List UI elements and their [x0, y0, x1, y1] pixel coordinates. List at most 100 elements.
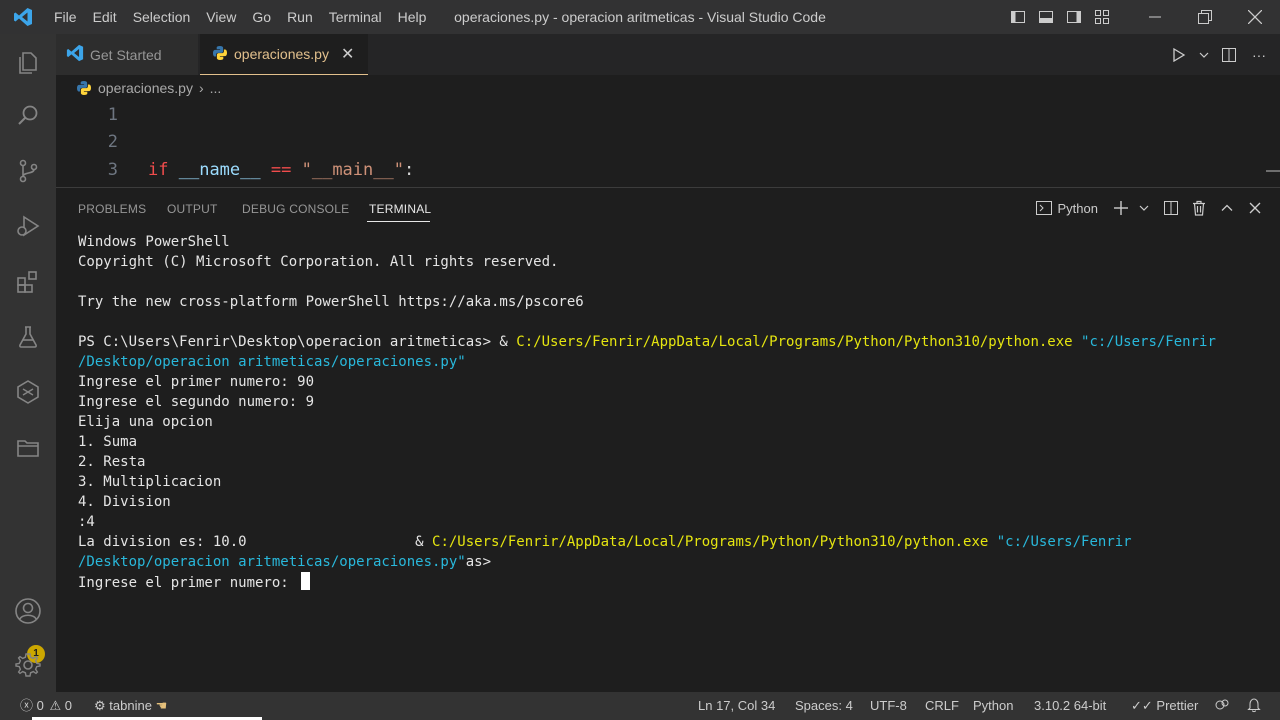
menu-run[interactable]: Run	[279, 0, 321, 34]
chevron-right-icon: ›	[198, 80, 204, 96]
vscode-icon	[66, 44, 84, 65]
code-line: 3 if __name__ == "__main__":	[56, 156, 1256, 184]
notifications-bell-icon[interactable]	[1247, 692, 1261, 720]
toggle-secondary-sidebar-icon[interactable]	[1060, 0, 1088, 34]
folder-icon[interactable]	[0, 424, 56, 472]
terminal-line: PS C:\Users\Fenrir\Desktop\operacion ari…	[78, 332, 1258, 352]
split-terminal-icon[interactable]	[1160, 196, 1182, 220]
terminal-text: Try the new cross-platform PowerShell ht…	[78, 294, 584, 310]
close-window-icon[interactable]	[1230, 0, 1280, 34]
python-interpreter[interactable]: 3.10.2 64-bit	[1034, 692, 1106, 720]
code-editor[interactable]: 1 2 3 if __name__ == "__main__":	[56, 101, 1280, 187]
terminal-icon	[1035, 201, 1052, 215]
indentation[interactable]: Spaces: 4	[795, 692, 853, 720]
title-bar: File Edit Selection View Go Run Terminal Help o…	[0, 0, 1280, 34]
trash-icon[interactable]	[1188, 196, 1210, 220]
bottom-panel: PROBLEMS OUTPUT DEBUG CONSOLE TERMINAL P…	[56, 187, 1280, 692]
search-icon[interactable]	[0, 92, 56, 140]
minimize-icon[interactable]	[1130, 0, 1180, 34]
breadcrumb-file[interactable]: operaciones.py	[98, 80, 193, 96]
terminal-dropdown-chevron-icon[interactable]	[1138, 196, 1150, 220]
encoding[interactable]: UTF-8	[870, 692, 907, 720]
menu-bar: File Edit Selection View Go Run Terminal Help	[46, 0, 434, 34]
customize-layout-icon[interactable]	[1088, 0, 1116, 34]
new-terminal-icon[interactable]	[1110, 196, 1132, 220]
menu-help[interactable]: Help	[390, 0, 435, 34]
terminal-text: 4. Division	[78, 494, 171, 510]
split-editor-icon[interactable]	[1218, 44, 1240, 66]
minimap-indicator	[1266, 170, 1280, 172]
tabnine-icon: ⚙	[94, 698, 106, 713]
python-icon	[76, 80, 92, 96]
explorer-icon[interactable]	[0, 39, 56, 87]
tabnine-status[interactable]: ⚙ tabnine ☚	[94, 692, 167, 720]
close-panel-icon[interactable]	[1244, 196, 1266, 220]
terminal-shell-selector[interactable]: Python	[1035, 196, 1098, 220]
tab-debug-console[interactable]: DEBUG CONSOLE	[242, 202, 349, 216]
menu-go[interactable]: Go	[244, 0, 279, 34]
extensions-icon[interactable]	[0, 258, 56, 306]
terminal-line: Ingrese el primer numero: 90	[78, 372, 1258, 392]
terminal-text: /Desktop/operacion aritmeticas/operacion…	[78, 354, 466, 370]
warning-icon: ⚠	[49, 698, 62, 713]
end-of-line[interactable]: CRLF	[925, 692, 959, 720]
toggle-panel-icon[interactable]	[1032, 0, 1060, 34]
terminal-text: PS C:\Users\Fenrir\Desktop\operacion ari…	[78, 334, 517, 350]
terminal-line: La division es: 10.0 & C:/Users/Fenrir/A…	[78, 532, 1258, 552]
terminal-text: C:/Users/Fenrir/AppData/Local/Programs/P…	[432, 534, 989, 550]
terminal-line: 3. Multiplicacion	[78, 472, 1258, 492]
menu-file[interactable]: File	[46, 0, 85, 34]
terminal-text: :4	[78, 514, 95, 530]
cursor-position[interactable]: Ln 17, Col 34	[698, 692, 775, 720]
tab-label: operaciones.py	[234, 46, 329, 62]
terminal-output[interactable]: Windows PowerShell Copyright (C) Microsof…	[78, 232, 1258, 592]
menu-terminal[interactable]: Terminal	[321, 0, 390, 34]
terminal-text: "c:/Users/Fenrir	[988, 534, 1132, 550]
source-control-icon[interactable]	[0, 147, 56, 195]
terminal-line: /Desktop/operacion aritmeticas/operacion…	[78, 552, 1258, 572]
shell-label: Python	[1057, 200, 1098, 216]
status-bar: ⓧ 0 ⚠ 0 ⚙ tabnine ☚ Ln 17, Col 34 Spaces…	[0, 692, 1280, 720]
menu-selection[interactable]: Selection	[125, 0, 199, 34]
active-tab-indicator	[367, 221, 430, 222]
accounts-icon[interactable]	[0, 587, 56, 635]
activity-bar: 1	[0, 34, 56, 692]
terminal-text: La division es: 10.0 &	[78, 534, 433, 550]
testing-icon[interactable]	[0, 313, 56, 361]
run-debug-icon[interactable]	[0, 202, 56, 250]
terminal-text: Copyright (C) Microsoft Corporation. All…	[78, 254, 559, 270]
terminal-line: 4. Division	[78, 492, 1258, 512]
terminal-line: Windows PowerShell	[78, 232, 1258, 252]
close-tab-icon[interactable]: ✕	[341, 44, 354, 64]
run-python-file-icon[interactable]	[1168, 44, 1190, 66]
problems-status[interactable]: ⓧ 0 ⚠ 0	[20, 692, 72, 720]
toggle-primary-sidebar-icon[interactable]	[1004, 0, 1032, 34]
terminal-text: Windows PowerShell	[78, 234, 230, 250]
tab-output[interactable]: OUTPUT	[167, 202, 218, 216]
python-icon	[212, 45, 228, 64]
terminal-line: 1. Suma	[78, 432, 1258, 452]
settings-gear-icon[interactable]	[0, 641, 56, 689]
feedback-icon[interactable]	[1214, 692, 1230, 720]
tab-terminal[interactable]: TERMINAL	[369, 202, 431, 216]
menu-view[interactable]: View	[198, 0, 244, 34]
more-actions-icon[interactable]: ···	[1248, 44, 1270, 66]
warning-count: 0	[64, 698, 73, 713]
breadcrumb-more[interactable]: ...	[210, 80, 222, 96]
restore-icon[interactable]	[1180, 0, 1230, 34]
line-number: 1	[107, 105, 118, 125]
tab-operaciones-py[interactable]: operaciones.py ✕	[200, 34, 368, 75]
terminal-text: as>	[465, 554, 492, 570]
tab-problems[interactable]: PROBLEMS	[78, 202, 146, 216]
language-mode[interactable]: Python	[973, 692, 1013, 720]
tab-get-started[interactable]: Get Started	[56, 34, 198, 75]
prettier-status[interactable]: ✓✓ Prettier	[1131, 692, 1198, 720]
code-text: if __name__ == "__main__":	[148, 160, 415, 180]
maximize-panel-chevron-icon[interactable]	[1216, 196, 1238, 220]
terminal-text: Ingrese el primer numero: 90	[78, 374, 315, 390]
run-options-chevron-icon[interactable]	[1198, 44, 1210, 66]
menu-edit[interactable]: Edit	[85, 0, 125, 34]
remote-explorer-icon[interactable]	[0, 368, 56, 416]
code-line: 2	[56, 128, 1256, 156]
